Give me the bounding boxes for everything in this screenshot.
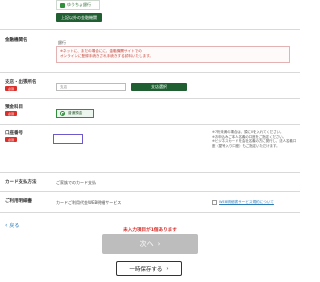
bank-logo-label: ゆうちょ銀行 <box>67 2 91 7</box>
divider <box>0 212 300 213</box>
error-message: 未入力項目が1個あります <box>123 228 177 233</box>
divider <box>0 72 300 73</box>
transfer-method-label: カード支払方法 <box>5 180 37 185</box>
required-badge: 必須 <box>5 137 17 142</box>
chevron-right-icon: › <box>157 240 161 248</box>
save-temporarily-button[interactable]: 一時保存する › <box>116 261 182 276</box>
other-bank-button[interactable]: 上記以外の金融機関 <box>56 13 102 22</box>
next-button-label: 次へ <box>139 240 154 248</box>
required-badge: 必須 <box>5 111 17 116</box>
payment-details-label: ご利用明細書 <box>5 199 32 204</box>
notice-box: ※ネットに、まだの場合にに、金融機関サイトでの オンラインに登録手続きされ手続き… <box>56 46 290 63</box>
bank-logo[interactable]: ゆうちょ銀行 <box>56 0 100 10</box>
branch-select-button[interactable]: 支店選択 <box>131 83 187 91</box>
account-number-label: 口座番号 <box>5 131 23 136</box>
required-badge: 必須 <box>5 86 17 91</box>
bank-mark-icon <box>60 2 65 8</box>
radio-selected-icon <box>60 111 65 116</box>
divider <box>0 191 300 192</box>
divider <box>0 29 300 30</box>
checkbox-icon[interactable] <box>212 200 217 205</box>
branch-input[interactable]: 支店 <box>56 83 126 91</box>
deposit-type-option: 普通預金 <box>68 111 83 115</box>
deposit-type-radio[interactable]: 普通預金 <box>56 109 94 118</box>
divider <box>0 172 300 173</box>
terms-link[interactable]: WEB明細書サービス規約について <box>212 200 274 205</box>
account-note-3: ※ビジネスカードを会社名義の方に発行し、法人名義口座（屋号入り口座）もご指定いた… <box>212 139 297 148</box>
divider <box>0 98 300 99</box>
bank-name-label: 金融機関名 <box>5 38 28 43</box>
payment-details-value: カードご利用代金WEB明細サービス <box>56 200 122 205</box>
terms-link-text[interactable]: WEB明細書サービス規約について <box>219 200 274 205</box>
chevron-right-icon: › <box>166 265 169 272</box>
notice-line-2: オンラインに登録手続きされ手続きする試料いたします。 <box>60 54 154 58</box>
account-number-input[interactable] <box>53 134 83 144</box>
account-notes: ※7桁未満の場合は、頭に0を入れてください。 ※お申込みご本人名義の口座をご指定… <box>212 130 298 148</box>
transfer-method-value: ご家族でのカード支払 <box>56 180 96 185</box>
next-button[interactable]: 次へ › <box>102 234 198 254</box>
deposit-type-label: 預金科目 <box>5 105 23 110</box>
divider <box>0 124 300 125</box>
save-button-label: 一時保存する <box>129 266 163 273</box>
branch-label: 支店・出張所名 <box>5 80 37 85</box>
